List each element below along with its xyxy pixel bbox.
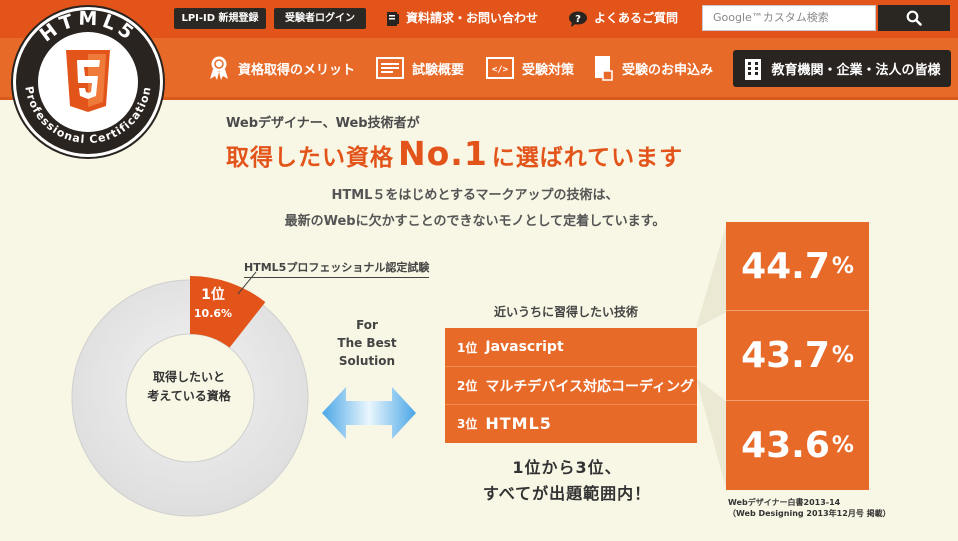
nav-item-label: 資格取得のメリット	[238, 62, 356, 78]
nav-item-application[interactable]: 受験のお申込み	[594, 52, 713, 84]
nav-item-preparation[interactable]: </> 受験対策	[486, 52, 574, 84]
percent-unit: %	[831, 342, 854, 368]
ranking-pos: 2位	[457, 379, 478, 393]
source-line: （Web Designing 2013年12月号 掲載）	[728, 509, 891, 518]
html5-certification-logo[interactable]: HTML5 Professional Certification	[3, 2, 173, 164]
donut-percent: 10.6%	[193, 307, 233, 320]
nav-item-corporate-label: 教育機関・企業・法人の皆様	[771, 63, 941, 78]
html5-shield-icon	[66, 50, 110, 112]
search-input[interactable]: Google™カスタム検索	[702, 5, 876, 31]
summary-line: 1位から3位、	[512, 458, 622, 477]
nav-item-merit[interactable]: 資格取得のメリット	[208, 52, 355, 84]
application-icon	[595, 56, 613, 81]
code-icon: </>	[486, 57, 514, 79]
svg-text:</>: </>	[492, 65, 509, 75]
nav-item-label: 受験対策	[522, 62, 575, 78]
nav-item-corporate[interactable]: 教育機関・企業・法人の皆様	[733, 50, 951, 87]
donut-center-line: 考えている資格	[147, 389, 231, 403]
faq-link[interactable]: ? よくあるご質問	[568, 8, 678, 29]
hero-subheading: Webデザイナー、Web技術者が	[226, 116, 420, 131]
ranking-title: 近いうちに習得したい技術	[494, 305, 639, 319]
percent-value: 43.6	[741, 424, 830, 466]
question-bubble-icon: ?	[569, 11, 587, 27]
source-line: Webデザイナー白書2013-14	[728, 498, 841, 507]
percent-column: 44.7% 43.7% 43.6%	[726, 222, 869, 490]
percent-value: 43.7	[741, 334, 830, 376]
search-button[interactable]	[878, 5, 950, 31]
svg-text:?: ?	[575, 14, 581, 25]
headline-pre: 取得したい資格	[226, 145, 394, 171]
document-icon	[376, 57, 404, 79]
donut-center-line: 取得したいと	[152, 370, 225, 384]
for-the-best-text: For The Best Solution	[326, 316, 408, 370]
percent-block: 43.7%	[726, 311, 869, 401]
nav-item-overview[interactable]: 試験概要	[376, 52, 464, 84]
for-text-line: Solution	[338, 354, 396, 368]
percent-block: 44.7%	[726, 222, 869, 312]
source-note: Webデザイナー白書2013-14 （Web Designing 2013年12…	[728, 497, 891, 519]
ranking-name: HTML5	[485, 414, 552, 433]
donut-center-text: 取得したいと 考えている資格	[124, 368, 254, 406]
ranking-name: マルチデバイス対応コーディング	[485, 378, 694, 395]
ranking-list: 1位 Javascript 2位 マルチデバイス対応コーディング 3位 HTML…	[445, 328, 697, 443]
ranking-pos: 3位	[457, 417, 478, 431]
description-line: 最新のWebに欠かすことのできないモノとして定着しています。	[284, 214, 666, 229]
ranking-connector	[696, 222, 727, 492]
document-pen-icon	[387, 11, 399, 26]
login-button[interactable]: 受験者ログイン	[274, 8, 366, 29]
description-line: HTML５をはじめとするマークアップの技術は、	[331, 188, 619, 203]
for-text-line: For	[356, 318, 378, 332]
percent-block: 43.6%	[726, 400, 869, 490]
percent-unit: %	[831, 432, 854, 458]
contact-label: 資料請求・お問い合わせ	[406, 11, 539, 25]
percent-unit: %	[831, 253, 854, 279]
building-icon	[745, 58, 762, 80]
ranking-row: 3位 HTML5	[445, 404, 697, 442]
nav-item-label: 試験概要	[412, 62, 465, 78]
contact-link[interactable]: 資料請求・お問い合わせ	[386, 8, 538, 29]
donut-slice-label: 1位 10.6%	[188, 284, 238, 320]
double-arrow-icon	[322, 387, 416, 439]
percent-value: 44.7	[741, 245, 830, 287]
ranking-name: Javascript	[485, 339, 564, 355]
hero-description: HTML５をはじめとするマークアップの技術は、 最新のWebに欠かすことのできな…	[230, 183, 720, 235]
faq-label: よくあるご質問	[594, 11, 679, 25]
ranking-summary: 1位から3位、 すべてが出題範囲内！	[452, 455, 682, 507]
headline-post: に選ばれています	[491, 145, 684, 171]
headline-no1: No.1	[398, 134, 488, 173]
ranking-row: 2位 マルチデバイス対応コーディング	[445, 366, 697, 404]
ranking-pos: 1位	[457, 340, 478, 355]
hero-headline: 取得したい資格 No.1 に選ばれています	[226, 134, 746, 173]
donut-callout-label: HTML5プロフェッショナル認定試験	[244, 259, 430, 278]
search-icon	[906, 10, 922, 26]
summary-line: すべてが出題範囲内！	[482, 484, 652, 503]
donut-rank: 1位	[201, 287, 225, 303]
nav-item-label: 受験のお申込み	[622, 62, 714, 78]
register-button[interactable]: LPI-ID 新規登録	[174, 8, 266, 29]
ranking-row: 1位 Javascript	[445, 328, 697, 366]
award-icon	[210, 56, 228, 80]
for-text-line: The Best	[337, 336, 397, 350]
